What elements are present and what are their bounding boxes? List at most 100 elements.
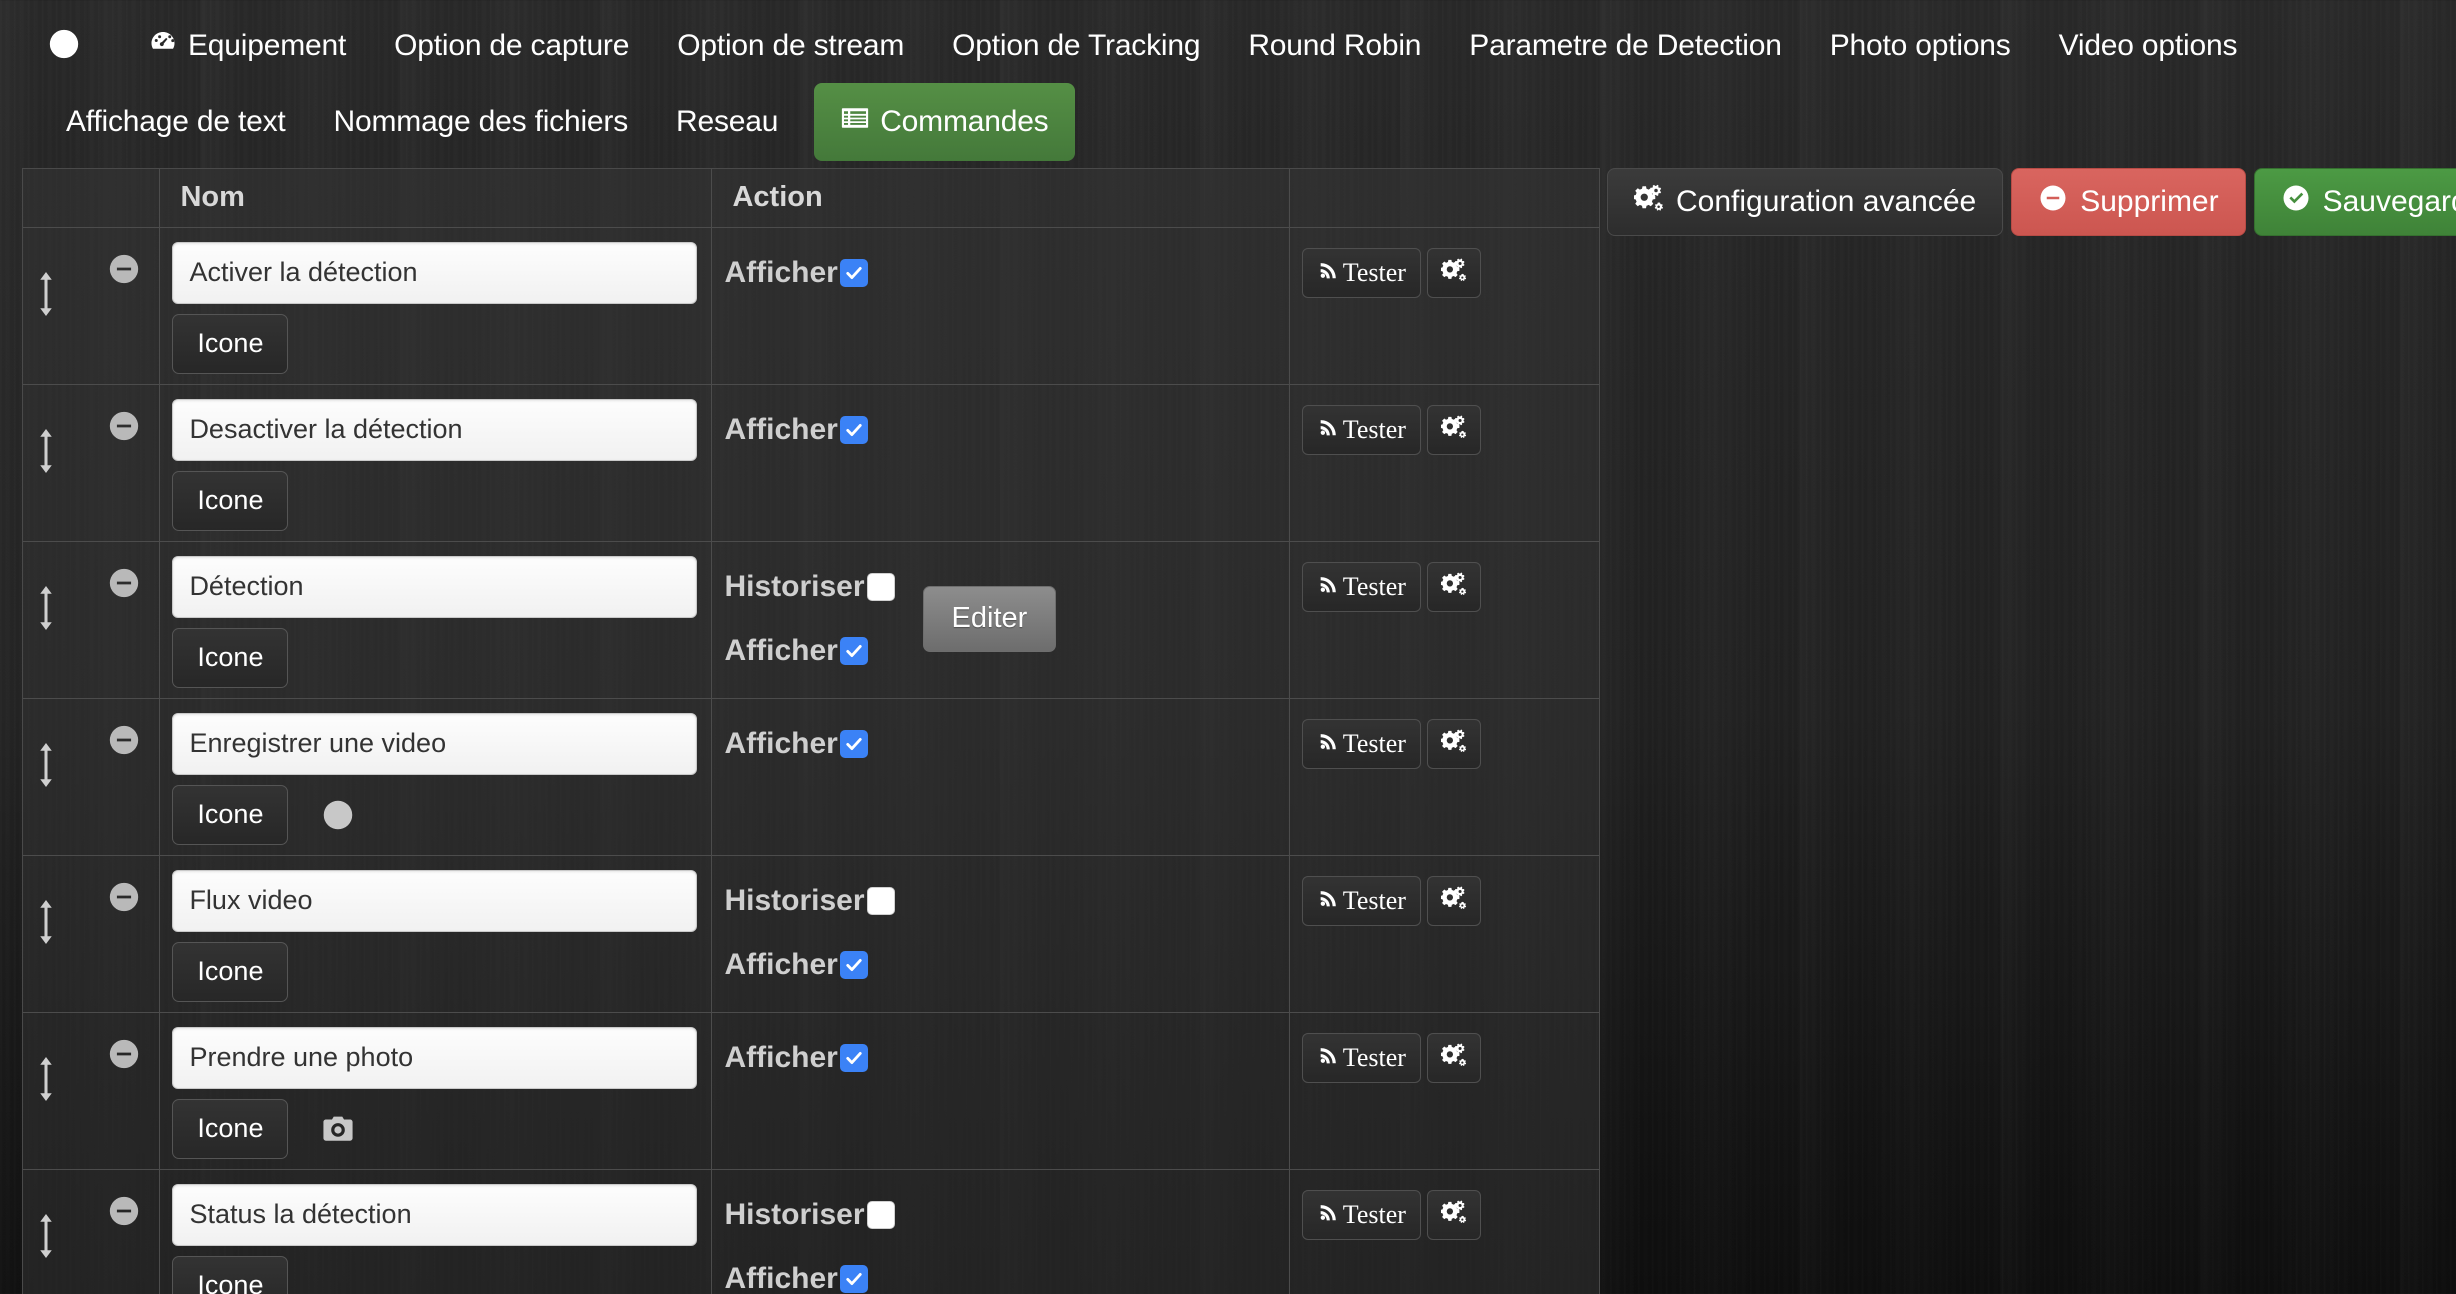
afficher-checkbox[interactable] [839,415,868,444]
rss-icon [1317,1043,1339,1073]
icone-button[interactable]: Icone [172,941,289,1002]
remove-row-button[interactable] [107,876,141,919]
drag-handle-icon[interactable] [23,1190,69,1258]
back-button[interactable] [46,28,82,64]
drag-handle-icon[interactable] [23,1033,69,1101]
icone-button-label: Icone [197,956,264,986]
row-settings-button[interactable] [1426,875,1481,926]
icone-button[interactable]: Icone [172,470,289,531]
row-settings-button[interactable] [1426,718,1481,769]
tester-button-label: Tester [1342,885,1406,915]
header-test [1289,169,1599,228]
nav-item-label: Parametre de Detection [1469,29,1782,62]
remove-row-button[interactable] [107,248,141,291]
rss-icon [1317,415,1339,445]
command-name-input[interactable] [172,398,698,461]
minus-circle-icon [107,568,141,604]
row-action-cell: Afficher [711,384,1290,542]
nav-item-equipement[interactable]: Equipement [124,21,370,71]
remove-row-button[interactable] [107,405,141,448]
historiser-checkbox[interactable] [866,572,895,601]
nav-item-photo-options[interactable]: Photo options [1806,23,2035,69]
nav-item-option-de-capture[interactable]: Option de capture [370,23,653,69]
historiser-label: Historiser [724,569,865,603]
afficher-checkbox[interactable] [839,950,868,979]
circle-icon [316,793,360,837]
historiser-checkbox[interactable] [866,1200,895,1229]
nav-item-round-robin[interactable]: Round Robin [1224,23,1445,69]
tester-button[interactable]: Tester [1301,718,1421,769]
nav-item-option-de-tracking[interactable]: Option de Tracking [928,23,1224,69]
historiser-checkbox[interactable] [866,886,895,915]
row-settings-button[interactable] [1426,1189,1481,1240]
row-settings-button[interactable] [1426,404,1481,455]
command-name-input[interactable] [172,1183,698,1246]
historiser-label: Historiser [724,1197,865,1231]
editer-button-label: Editer [951,602,1028,634]
remove-row-button[interactable] [107,719,141,762]
nav-item-affichage-de-text[interactable]: Affichage de text [42,99,310,145]
row-name-cell: Icone [159,1012,713,1170]
afficher-field: Afficher [724,250,868,296]
table-row: Icone Historiser Afficher Tester [23,855,1599,1013]
row-test-cell: Tester [1289,698,1599,856]
tester-button-label: Tester [1342,414,1406,444]
sauvegarder-button[interactable]: Sauvegarder [2253,168,2456,236]
nav-item-commandes[interactable]: Commandes [814,83,1075,161]
minus-circle-icon [107,725,141,761]
afficher-field: Afficher [724,942,894,988]
nav-item-video-options[interactable]: Video options [2035,23,2262,69]
row-action-cell: Historiser Afficher [711,1169,1290,1294]
icone-button[interactable]: Icone [172,627,289,688]
table-body: IconeAfficherTesterIconeAfficherTesterIc… [23,227,1599,1294]
supprimer-button[interactable]: Supprimer [2011,168,2246,236]
drag-handle-icon[interactable] [23,719,69,787]
afficher-checkbox[interactable] [839,258,868,287]
table-row: Icone Historiser Afficher Tester [23,1169,1599,1294]
command-name-input[interactable] [172,555,698,618]
configuration-avancee-button[interactable]: Configuration avancée [1607,168,2004,236]
row-name-cell: Icone [159,541,713,699]
remove-row-button[interactable] [107,1190,141,1233]
nav-item-nommage-des-fichiers[interactable]: Nommage des fichiers [310,99,652,145]
remove-row-button[interactable] [107,1033,141,1076]
row-settings-button[interactable] [1426,561,1481,612]
tester-button[interactable]: Tester [1301,247,1421,298]
command-name-input[interactable] [172,712,698,775]
command-name-input[interactable] [172,1026,698,1089]
tachometer-icon [148,27,178,65]
remove-row-button[interactable] [107,562,141,605]
drag-handle-icon[interactable] [23,405,69,473]
command-name-input[interactable] [172,869,698,932]
row-name-cell: Icone [159,384,713,542]
nav-item-option-de-stream[interactable]: Option de stream [653,23,928,69]
afficher-checkbox[interactable] [839,1264,868,1293]
nav-item-parametre-de-detection[interactable]: Parametre de Detection [1445,23,1805,69]
command-name-input[interactable] [172,241,698,304]
nav-item-reseau[interactable]: Reseau [652,99,802,145]
table-row: Icone Afficher Tester [23,1012,1599,1170]
drag-handle-icon[interactable] [23,248,69,316]
row-handle-cell [23,698,161,856]
drag-handle-icon[interactable] [23,876,69,944]
icone-button[interactable]: Icone [172,313,289,374]
afficher-checkbox[interactable] [839,1043,868,1072]
icone-button[interactable]: Icone [172,1098,289,1159]
icone-button[interactable]: Icone [172,784,289,845]
row-action-cell: Historiser Afficher [711,855,1290,1013]
row-settings-button[interactable] [1426,247,1481,298]
editer-button[interactable]: Editer [922,585,1057,652]
tester-button[interactable]: Tester [1301,404,1421,455]
top-navbar: Equipement Option de capture Option de s… [0,0,2456,162]
afficher-label: Afficher [724,947,838,981]
icone-button[interactable]: Icone [172,1255,289,1294]
row-action-cell: Afficher [711,1012,1290,1170]
row-settings-button[interactable] [1426,1032,1481,1083]
drag-handle-icon[interactable] [23,562,69,630]
afficher-checkbox[interactable] [839,636,868,665]
tester-button[interactable]: Tester [1301,561,1421,612]
afficher-checkbox[interactable] [839,729,868,758]
tester-button[interactable]: Tester [1301,875,1421,926]
tester-button[interactable]: Tester [1301,1032,1421,1083]
tester-button[interactable]: Tester [1301,1189,1421,1240]
